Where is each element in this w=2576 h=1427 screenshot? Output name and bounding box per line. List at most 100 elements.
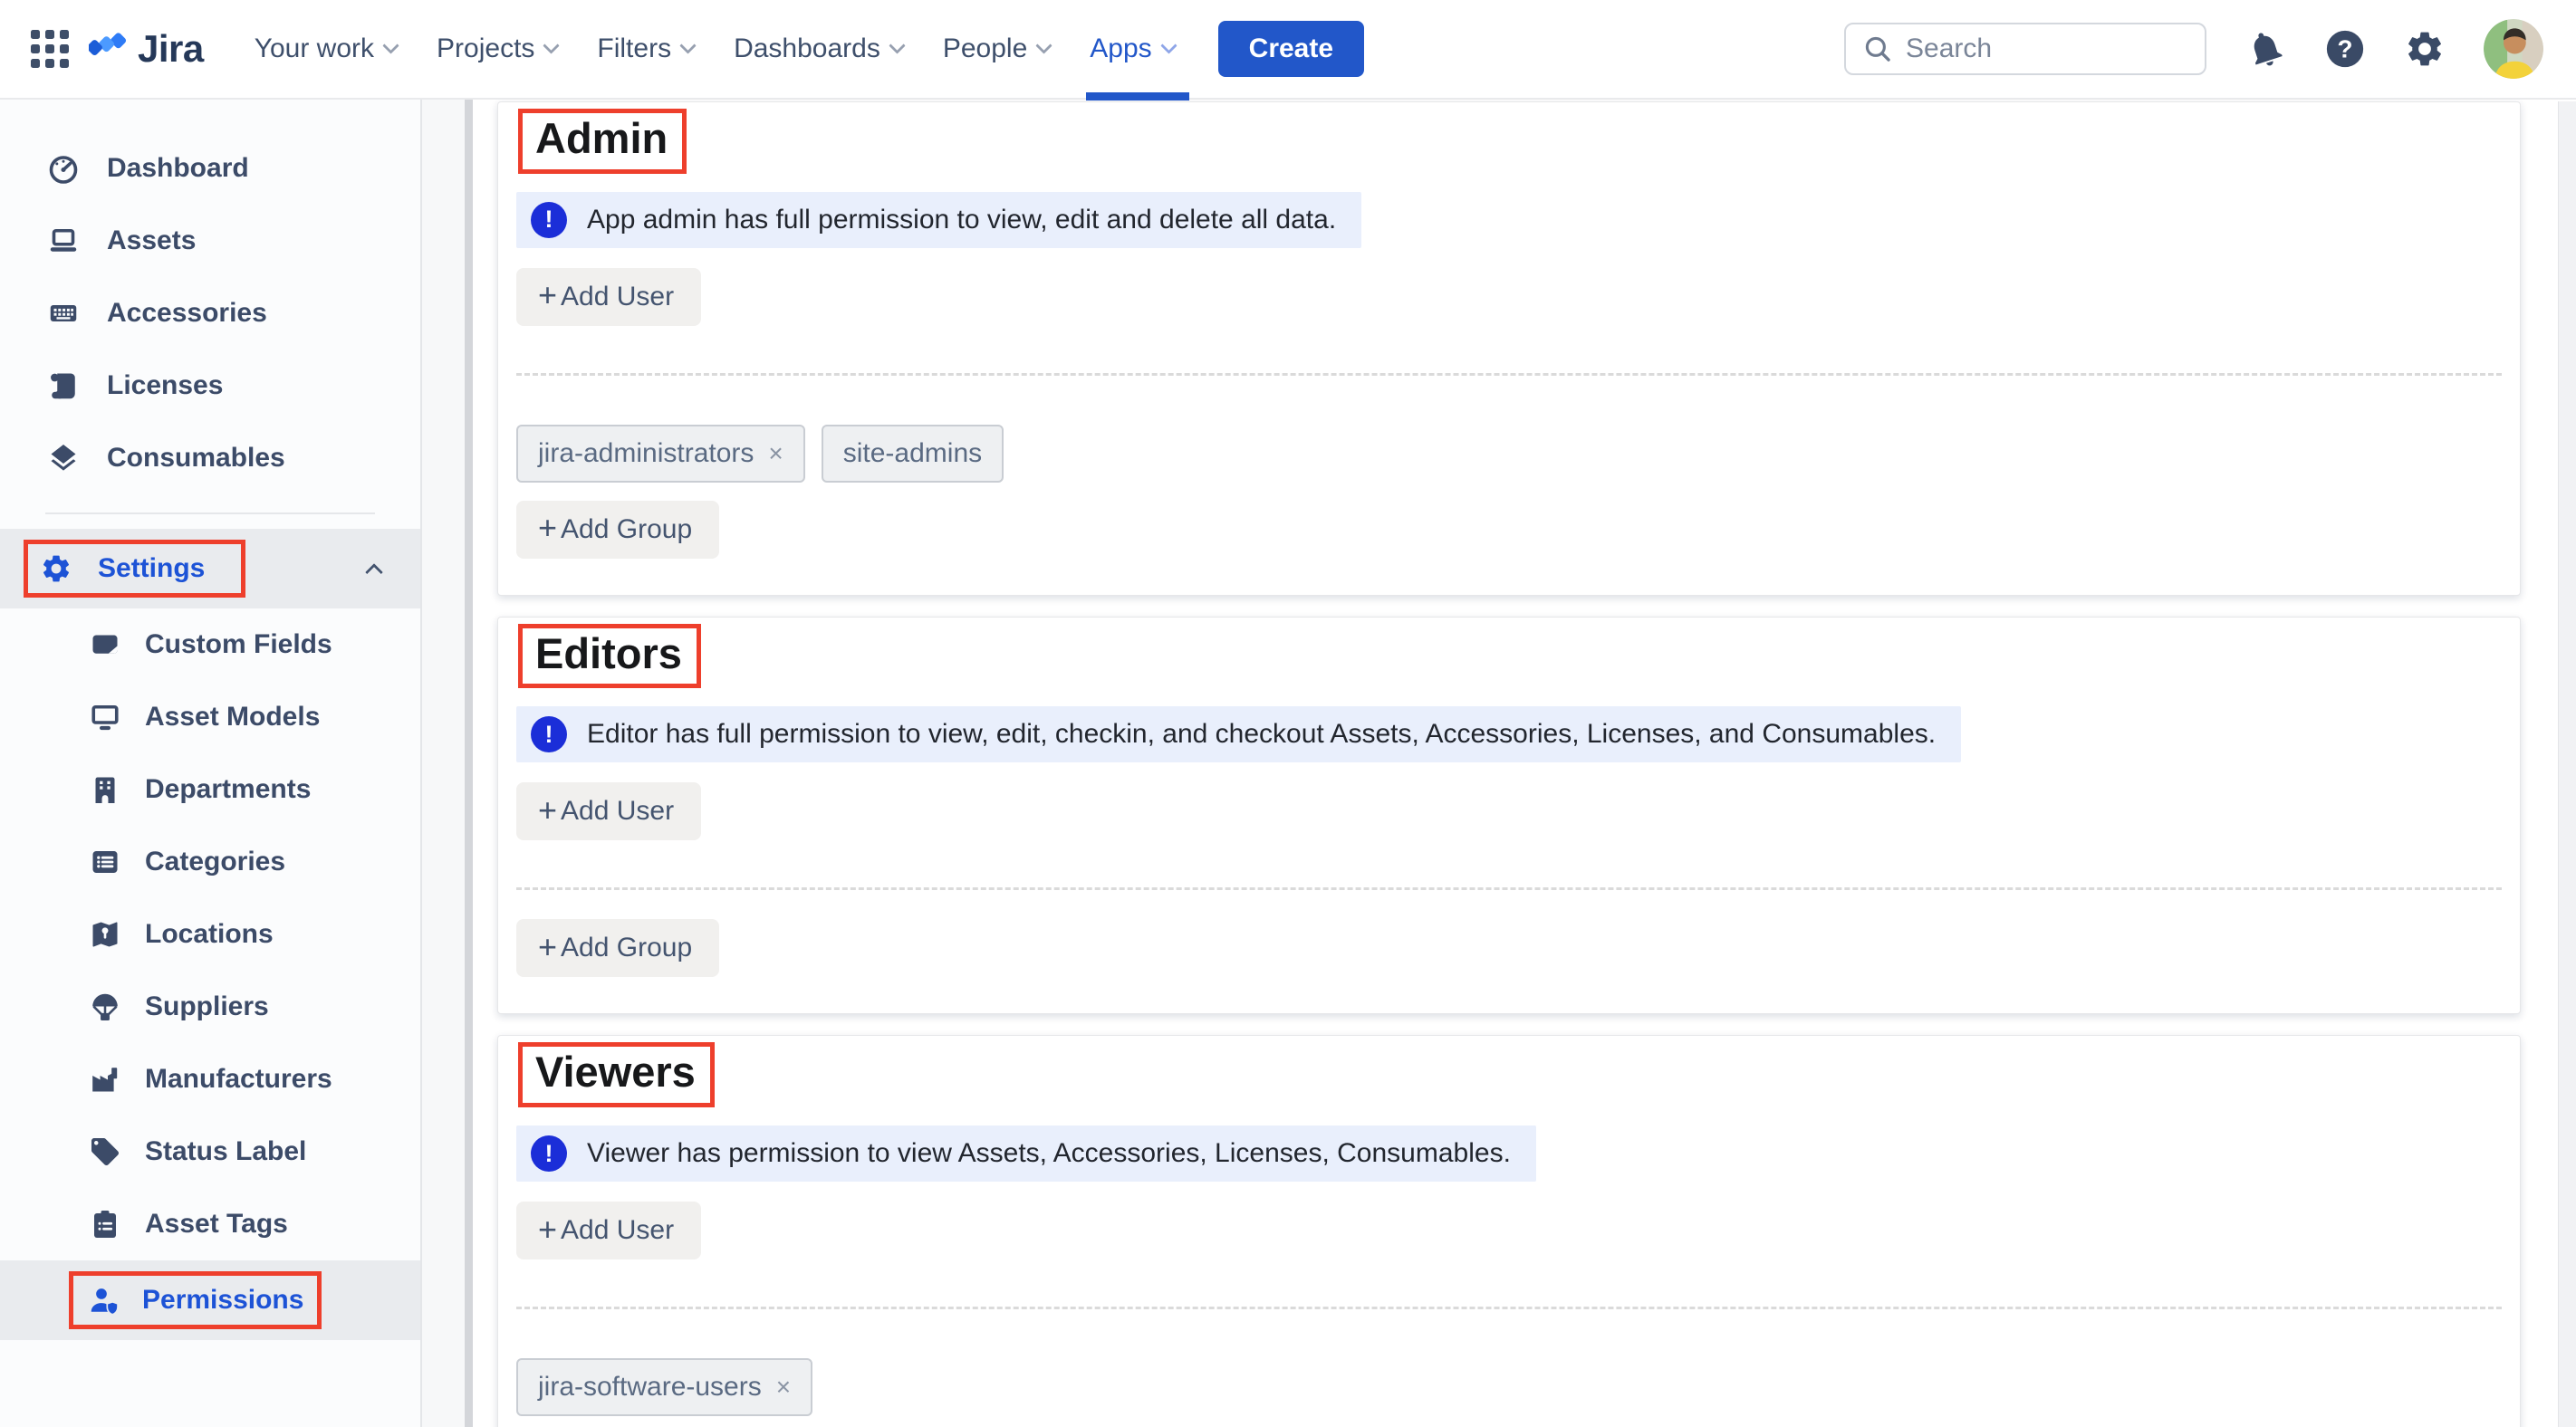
section-divider — [516, 373, 2502, 376]
plus-icon: + — [538, 1213, 557, 1246]
nav-your-work[interactable]: Your work — [235, 0, 417, 99]
chevron-down-icon — [382, 37, 399, 53]
chevron-down-icon — [679, 37, 696, 53]
info-text: Editor has full permission to view, edit… — [587, 719, 1936, 750]
settings-gear-icon[interactable] — [2404, 28, 2446, 70]
section-divider — [516, 1307, 2502, 1309]
info-banner: ! App admin has full permission to view,… — [516, 192, 1361, 248]
sidebar-item-licenses[interactable]: Licenses — [0, 350, 420, 422]
group-chip: jira-administrators × — [516, 425, 805, 483]
sidebar-item-custom-fields[interactable]: Custom Fields — [0, 608, 420, 681]
user-shield-icon — [88, 1284, 120, 1317]
map-pin-icon — [89, 918, 121, 951]
section-title-editors: Editors — [518, 624, 701, 689]
clipboard-icon — [89, 1208, 121, 1240]
active-tab-underline — [1086, 92, 1189, 101]
user-avatar[interactable] — [2484, 19, 2543, 79]
chevron-down-icon — [543, 37, 560, 53]
jira-logo[interactable]: Jira — [89, 27, 204, 71]
remove-group-icon[interactable]: × — [776, 1373, 791, 1402]
sidebar-item-asset-tags[interactable]: Asset Tags — [0, 1188, 420, 1260]
sidebar-item-permissions[interactable]: Permissions — [0, 1260, 420, 1340]
permissions-content: Admin ! App admin has full permission to… — [473, 100, 2576, 1427]
notifications-bell-icon[interactable] — [2244, 28, 2286, 70]
jira-logo-text: Jira — [138, 27, 204, 71]
list-icon — [89, 846, 121, 878]
chevron-down-icon — [889, 37, 905, 53]
tag-icon — [89, 1135, 121, 1168]
svg-text:?: ? — [2338, 35, 2353, 63]
sidebar-item-locations[interactable]: Locations — [0, 898, 420, 971]
nav-dashboards[interactable]: Dashboards — [714, 0, 923, 99]
panel-resize-handle[interactable] — [465, 100, 473, 1427]
app-switcher-icon[interactable] — [31, 30, 69, 68]
sidebar-item-suppliers[interactable]: Suppliers — [0, 971, 420, 1043]
nav-filters[interactable]: Filters — [577, 0, 714, 99]
chevron-down-icon — [1160, 37, 1177, 53]
settings-highlight-box: Settings — [24, 540, 245, 598]
sidebar-item-settings[interactable]: Settings — [0, 529, 420, 608]
permission-card-admin: Admin ! App admin has full permission to… — [497, 101, 2521, 596]
sidebar-item-assets[interactable]: Assets — [0, 205, 420, 277]
chevron-up-icon[interactable] — [365, 563, 383, 581]
nav-people[interactable]: People — [923, 0, 1070, 99]
section-title-viewers: Viewers — [518, 1042, 715, 1107]
nav-projects[interactable]: Projects — [417, 0, 577, 99]
building-icon — [89, 773, 121, 806]
group-chip: jira-software-users × — [516, 1358, 812, 1416]
keyboard-icon — [47, 297, 80, 330]
sidebar-item-manufacturers[interactable]: Manufacturers — [0, 1043, 420, 1116]
search-box[interactable] — [1844, 23, 2206, 75]
section-title-admin: Admin — [518, 109, 687, 174]
sidebar-gutter — [422, 100, 465, 1427]
nav-apps[interactable]: Apps — [1070, 0, 1194, 99]
info-icon: ! — [531, 202, 567, 238]
header-right-controls: ? — [1844, 19, 2558, 79]
parachute-box-icon — [89, 991, 121, 1023]
search-icon — [1862, 34, 1893, 64]
sidebar-item-categories[interactable]: Categories — [0, 826, 420, 898]
sidebar-item-departments[interactable]: Departments — [0, 753, 420, 826]
permission-card-editors: Editors ! Editor has full permission to … — [497, 617, 2521, 1015]
sidebar-item-consumables[interactable]: Consumables — [0, 422, 420, 494]
plus-icon: + — [538, 512, 557, 544]
permissions-highlight-box: Permissions — [69, 1271, 322, 1329]
monitor-icon — [89, 701, 121, 733]
top-nav-bar: Jira Your work Projects Filters Dashboar… — [0, 0, 2576, 100]
license-scroll-icon — [47, 369, 80, 402]
add-user-button[interactable]: + Add User — [516, 268, 701, 326]
custom-fields-card-icon — [89, 628, 121, 661]
group-chip-list: jira-administrators × site-admins — [516, 425, 2502, 483]
sidebar-item-accessories[interactable]: Accessories — [0, 277, 420, 350]
plus-icon: + — [538, 279, 557, 311]
plus-icon: + — [538, 931, 557, 963]
sidebar-item-dashboard[interactable]: Dashboard — [0, 132, 420, 205]
gear-icon — [40, 552, 72, 585]
info-icon: ! — [531, 1135, 567, 1172]
chevron-down-icon — [1036, 37, 1053, 53]
info-text: App admin has full permission to view, e… — [587, 205, 1336, 235]
group-chip-list: jira-software-users × — [516, 1358, 2502, 1416]
sidebar-item-status-label[interactable]: Status Label — [0, 1116, 420, 1188]
info-banner: ! Viewer has permission to view Assets, … — [516, 1125, 1536, 1182]
remove-group-icon[interactable]: × — [768, 439, 783, 468]
info-banner: ! Editor has full permission to view, ed… — [516, 706, 1961, 762]
add-group-button[interactable]: + Add Group — [516, 919, 719, 977]
permission-card-viewers: Viewers ! Viewer has permission to view … — [497, 1035, 2521, 1427]
dashboard-gauge-icon — [47, 152, 80, 185]
sidebar: Dashboard Assets Accesso — [0, 100, 422, 1427]
info-icon: ! — [531, 716, 567, 752]
laptop-icon — [47, 225, 80, 257]
sidebar-divider — [45, 512, 375, 514]
app-window: Jira Your work Projects Filters Dashboar… — [0, 0, 2576, 1427]
add-user-button[interactable]: + Add User — [516, 782, 701, 840]
plus-icon: + — [538, 794, 557, 827]
factory-icon — [89, 1063, 121, 1096]
add-group-button[interactable]: + Add Group — [516, 501, 719, 559]
add-user-button[interactable]: + Add User — [516, 1202, 701, 1259]
sidebar-item-asset-models[interactable]: Asset Models — [0, 681, 420, 753]
search-input[interactable] — [1906, 34, 2177, 64]
create-button[interactable]: Create — [1218, 21, 1364, 77]
help-icon[interactable]: ? — [2324, 28, 2366, 70]
page-scrollbar[interactable] — [2558, 101, 2576, 1427]
